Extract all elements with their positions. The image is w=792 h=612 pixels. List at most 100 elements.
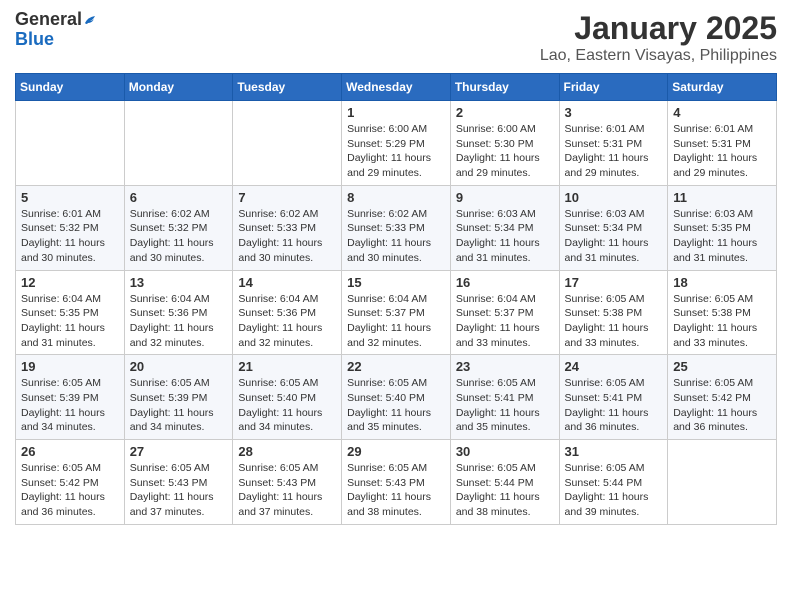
calendar-cell: 29Sunrise: 6:05 AMSunset: 5:43 PMDayligh… (342, 440, 451, 525)
calendar-cell: 11 Sunrise: 6:03 AMSunset: 5:35 PMDayligh… (668, 185, 777, 270)
calendar-cell (668, 440, 777, 525)
day-info: Sunrise: 6:02 AMSunset: 5:33 PMDaylight:… (347, 207, 445, 266)
logo-bird-icon (83, 13, 97, 27)
calendar-cell: 23Sunrise: 6:05 AMSunset: 5:41 PMDayligh… (450, 355, 559, 440)
day-number: 10 (565, 190, 663, 205)
day-info: Sunrise: 6:04 AMSunset: 5:36 PMDaylight:… (130, 292, 228, 351)
day-number: 24 (565, 359, 663, 374)
calendar-cell: 1Sunrise: 6:00 AMSunset: 5:29 PMDaylight… (342, 101, 451, 186)
calendar-week-row: 19Sunrise: 6:05 AMSunset: 5:39 PMDayligh… (16, 355, 777, 440)
calendar-cell: 25 Sunrise: 6:05 AMSunset: 5:42 PMDayligh… (668, 355, 777, 440)
calendar-cell: 9 Sunrise: 6:03 AMSunset: 5:34 PMDaylight… (450, 185, 559, 270)
day-info: Sunrise: 6:05 AMSunset: 5:38 PMDaylight:… (565, 292, 663, 351)
calendar-week-row: 26Sunrise: 6:05 AMSunset: 5:42 PMDayligh… (16, 440, 777, 525)
day-info: Sunrise: 6:01 AMSunset: 5:31 PMDaylight:… (673, 122, 771, 181)
calendar-day-header: Thursday (450, 74, 559, 101)
day-number: 22 (347, 359, 445, 374)
day-number: 17 (565, 275, 663, 290)
day-info: Sunrise: 6:04 AMSunset: 5:36 PMDaylight:… (238, 292, 336, 351)
calendar-table: SundayMondayTuesdayWednesdayThursdayFrid… (15, 73, 777, 525)
calendar-cell: 19Sunrise: 6:05 AMSunset: 5:39 PMDayligh… (16, 355, 125, 440)
day-info: Sunrise: 6:05 AMSunset: 5:43 PMDaylight:… (130, 461, 228, 520)
calendar-cell: 18 Sunrise: 6:05 AMSunset: 5:38 PMDayligh… (668, 270, 777, 355)
day-number: 25 (673, 359, 771, 374)
title-block: January 2025 Lao, Eastern Visayas, Phili… (540, 10, 777, 65)
calendar-cell: 16Sunrise: 6:04 AMSunset: 5:37 PMDayligh… (450, 270, 559, 355)
calendar-cell: 13 Sunrise: 6:04 AMSunset: 5:36 PMDayligh… (124, 270, 233, 355)
day-info: Sunrise: 6:01 AMSunset: 5:31 PMDaylight:… (565, 122, 663, 181)
calendar-cell: 21Sunrise: 6:05 AMSunset: 5:40 PMDayligh… (233, 355, 342, 440)
calendar-day-header: Friday (559, 74, 668, 101)
calendar-day-header: Monday (124, 74, 233, 101)
day-number: 3 (565, 105, 663, 120)
calendar-cell: 7 Sunrise: 6:02 AMSunset: 5:33 PMDaylight… (233, 185, 342, 270)
calendar-cell: 28 Sunrise: 6:05 AMSunset: 5:43 PMDayligh… (233, 440, 342, 525)
calendar-cell: 2 Sunrise: 6:00 AMSunset: 5:30 PMDaylight… (450, 101, 559, 186)
day-info: Sunrise: 6:02 AMSunset: 5:32 PMDaylight:… (130, 207, 228, 266)
day-info: Sunrise: 6:00 AMSunset: 5:29 PMDaylight:… (347, 122, 445, 181)
day-info: Sunrise: 6:03 AMSunset: 5:34 PMDaylight:… (456, 207, 554, 266)
calendar-cell: 30 Sunrise: 6:05 AMSunset: 5:44 PMDayligh… (450, 440, 559, 525)
calendar-cell: 26Sunrise: 6:05 AMSunset: 5:42 PMDayligh… (16, 440, 125, 525)
day-info: Sunrise: 6:03 AMSunset: 5:34 PMDaylight:… (565, 207, 663, 266)
calendar-cell: 17 Sunrise: 6:05 AMSunset: 5:38 PMDayligh… (559, 270, 668, 355)
day-info: Sunrise: 6:04 AMSunset: 5:37 PMDaylight:… (456, 292, 554, 351)
day-number: 13 (130, 275, 228, 290)
calendar-cell: 31 Sunrise: 6:05 AMSunset: 5:44 PMDayligh… (559, 440, 668, 525)
day-number: 14 (238, 275, 336, 290)
day-number: 11 (673, 190, 771, 205)
calendar-day-header: Sunday (16, 74, 125, 101)
calendar-cell: 24Sunrise: 6:05 AMSunset: 5:41 PMDayligh… (559, 355, 668, 440)
calendar-cell: 10 Sunrise: 6:03 AMSunset: 5:34 PMDayligh… (559, 185, 668, 270)
page-title: January 2025 (540, 10, 777, 47)
day-info: Sunrise: 6:05 AMSunset: 5:42 PMDaylight:… (673, 376, 771, 435)
calendar-week-row: 12 Sunrise: 6:04 AMSunset: 5:35 PMDayligh… (16, 270, 777, 355)
day-number: 26 (21, 444, 119, 459)
day-info: Sunrise: 6:05 AMSunset: 5:38 PMDaylight:… (673, 292, 771, 351)
day-number: 2 (456, 105, 554, 120)
day-info: Sunrise: 6:00 AMSunset: 5:30 PMDaylight:… (456, 122, 554, 181)
calendar-cell: 4 Sunrise: 6:01 AMSunset: 5:31 PMDaylight… (668, 101, 777, 186)
page-header: General Blue January 2025 Lao, Eastern V… (15, 10, 777, 65)
day-info: Sunrise: 6:05 AMSunset: 5:41 PMDaylight:… (456, 376, 554, 435)
day-number: 8 (347, 190, 445, 205)
calendar-header-row: SundayMondayTuesdayWednesdayThursdayFrid… (16, 74, 777, 101)
day-number: 9 (456, 190, 554, 205)
day-info: Sunrise: 6:05 AMSunset: 5:44 PMDaylight:… (456, 461, 554, 520)
calendar-cell: 20Sunrise: 6:05 AMSunset: 5:39 PMDayligh… (124, 355, 233, 440)
calendar-cell (233, 101, 342, 186)
day-number: 7 (238, 190, 336, 205)
day-info: Sunrise: 6:04 AMSunset: 5:35 PMDaylight:… (21, 292, 119, 351)
day-info: Sunrise: 6:05 AMSunset: 5:40 PMDaylight:… (238, 376, 336, 435)
day-number: 15 (347, 275, 445, 290)
day-info: Sunrise: 6:05 AMSunset: 5:43 PMDaylight:… (238, 461, 336, 520)
day-info: Sunrise: 6:03 AMSunset: 5:35 PMDaylight:… (673, 207, 771, 266)
page-subtitle: Lao, Eastern Visayas, Philippines (540, 47, 777, 65)
calendar-day-header: Tuesday (233, 74, 342, 101)
logo-general: General (15, 9, 82, 29)
day-info: Sunrise: 6:01 AMSunset: 5:32 PMDaylight:… (21, 207, 119, 266)
day-number: 19 (21, 359, 119, 374)
logo-blue: Blue (15, 29, 54, 49)
day-info: Sunrise: 6:05 AMSunset: 5:43 PMDaylight:… (347, 461, 445, 520)
day-number: 12 (21, 275, 119, 290)
day-number: 18 (673, 275, 771, 290)
day-info: Sunrise: 6:05 AMSunset: 5:44 PMDaylight:… (565, 461, 663, 520)
day-number: 4 (673, 105, 771, 120)
day-info: Sunrise: 6:02 AMSunset: 5:33 PMDaylight:… (238, 207, 336, 266)
calendar-cell (16, 101, 125, 186)
calendar-cell: 14 Sunrise: 6:04 AMSunset: 5:36 PMDayligh… (233, 270, 342, 355)
day-number: 31 (565, 444, 663, 459)
calendar-cell: 12 Sunrise: 6:04 AMSunset: 5:35 PMDayligh… (16, 270, 125, 355)
calendar-cell: 22 Sunrise: 6:05 AMSunset: 5:40 PMDayligh… (342, 355, 451, 440)
calendar-cell: 8 Sunrise: 6:02 AMSunset: 5:33 PMDaylight… (342, 185, 451, 270)
calendar-day-header: Wednesday (342, 74, 451, 101)
day-info: Sunrise: 6:04 AMSunset: 5:37 PMDaylight:… (347, 292, 445, 351)
page-container: General Blue January 2025 Lao, Eastern V… (0, 0, 792, 535)
calendar-cell: 5Sunrise: 6:01 AMSunset: 5:32 PMDaylight… (16, 185, 125, 270)
calendar-day-header: Saturday (668, 74, 777, 101)
day-number: 30 (456, 444, 554, 459)
day-number: 27 (130, 444, 228, 459)
day-info: Sunrise: 6:05 AMSunset: 5:40 PMDaylight:… (347, 376, 445, 435)
day-number: 28 (238, 444, 336, 459)
